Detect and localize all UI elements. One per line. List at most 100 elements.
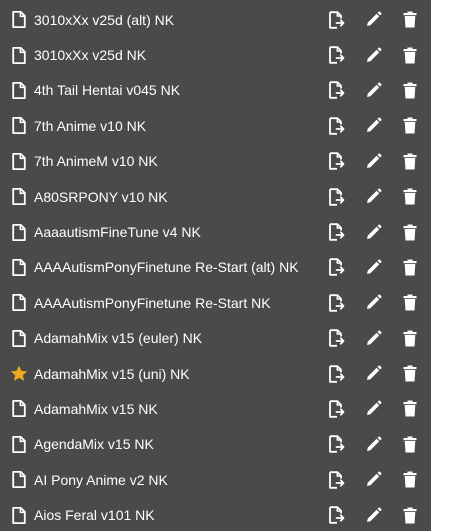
file-export-icon[interactable] <box>326 328 346 348</box>
row-actions <box>326 399 420 419</box>
file-export-icon[interactable] <box>326 434 346 454</box>
pencil-icon[interactable] <box>363 470 383 490</box>
model-name: 3010xXx v25d NK <box>34 47 147 64</box>
trash-icon[interactable] <box>400 10 420 30</box>
list-item[interactable]: AgendaMix v15 NK <box>0 427 431 462</box>
row-actions <box>326 222 420 242</box>
list-item[interactable]: 3010xXx v25d (alt) NK <box>0 2 431 37</box>
pencil-icon[interactable] <box>363 328 383 348</box>
file-export-icon[interactable] <box>326 257 346 277</box>
trash-icon[interactable] <box>400 45 420 65</box>
list-item[interactable]: 3010xXx v25d NK <box>0 37 431 72</box>
trash-icon[interactable] <box>400 434 420 454</box>
file-export-icon[interactable] <box>326 505 346 525</box>
file-export-icon[interactable] <box>326 80 346 100</box>
model-name: AdamahMix v15 (uni) NK <box>34 365 190 382</box>
pencil-icon[interactable] <box>363 257 383 277</box>
file-export-icon[interactable] <box>326 151 346 171</box>
file-icon <box>10 188 28 206</box>
pencil-icon[interactable] <box>363 505 383 525</box>
pencil-icon[interactable] <box>363 364 383 384</box>
file-icon <box>10 223 28 241</box>
list-item[interactable]: 7th AnimeM v10 NK <box>0 144 431 179</box>
row-actions <box>326 470 420 490</box>
pencil-icon[interactable] <box>363 80 383 100</box>
model-name: AI Pony Anime v2 NK <box>34 471 168 488</box>
trash-icon[interactable] <box>400 222 420 242</box>
model-name: 3010xXx v25d (alt) NK <box>34 11 175 28</box>
file-export-icon[interactable] <box>326 10 346 30</box>
model-name: 7th Anime v10 NK <box>34 117 147 134</box>
row-actions <box>326 45 420 65</box>
file-export-icon[interactable] <box>326 222 346 242</box>
trash-icon[interactable] <box>400 151 420 171</box>
row-actions <box>326 10 420 30</box>
list-item[interactable]: 4th Tail Hentai v045 NK <box>0 73 431 108</box>
trash-icon[interactable] <box>400 257 420 277</box>
list-item[interactable]: AAAAutismPonyFinetune Re-Start (alt) NK <box>0 250 431 285</box>
trash-icon[interactable] <box>400 399 420 419</box>
row-actions <box>326 187 420 207</box>
row-actions <box>326 116 420 136</box>
row-actions <box>326 257 420 277</box>
file-icon <box>10 506 28 524</box>
row-actions <box>326 328 420 348</box>
list-item[interactable]: AaaautismFineTune v4 NK <box>0 214 431 249</box>
pencil-icon[interactable] <box>363 293 383 313</box>
file-icon <box>10 258 28 276</box>
row-actions <box>326 364 420 384</box>
file-export-icon[interactable] <box>326 364 346 384</box>
file-icon <box>10 81 28 99</box>
model-list: 3010xXx v25d (alt) NK 3010xXx v25d NK 4t… <box>0 2 431 531</box>
star-icon <box>10 365 28 383</box>
list-item[interactable]: AI Pony Anime v2 NK <box>0 462 431 497</box>
file-export-icon[interactable] <box>326 293 346 313</box>
model-name: A80SRPONY v10 NK <box>34 188 168 205</box>
file-export-icon[interactable] <box>326 187 346 207</box>
file-export-icon[interactable] <box>326 399 346 419</box>
trash-icon[interactable] <box>400 364 420 384</box>
pencil-icon[interactable] <box>363 222 383 242</box>
row-actions <box>326 434 420 454</box>
list-item[interactable]: 7th Anime v10 NK <box>0 108 431 143</box>
file-icon <box>10 329 28 347</box>
file-icon <box>10 11 28 29</box>
trash-icon[interactable] <box>400 470 420 490</box>
list-item[interactable]: A80SRPONY v10 NK <box>0 179 431 214</box>
file-export-icon[interactable] <box>326 45 346 65</box>
pencil-icon[interactable] <box>363 45 383 65</box>
model-list-panel: 3010xXx v25d (alt) NK 3010xXx v25d NK 4t… <box>0 0 431 531</box>
model-name: 7th AnimeM v10 NK <box>34 153 158 170</box>
model-name: AAAAutismPonyFinetune Re-Start (alt) NK <box>34 259 299 276</box>
pencil-icon[interactable] <box>363 399 383 419</box>
trash-icon[interactable] <box>400 187 420 207</box>
file-icon <box>10 294 28 312</box>
trash-icon[interactable] <box>400 505 420 525</box>
file-export-icon[interactable] <box>326 470 346 490</box>
pencil-icon[interactable] <box>363 434 383 454</box>
row-actions <box>326 151 420 171</box>
list-item[interactable]: AAAAutismPonyFinetune Re-Start NK <box>0 285 431 320</box>
list-item[interactable]: AdamahMix v15 NK <box>0 391 431 426</box>
file-icon <box>10 117 28 135</box>
file-icon <box>10 471 28 489</box>
trash-icon[interactable] <box>400 293 420 313</box>
list-item[interactable]: AdamahMix v15 (uni) NK <box>0 356 431 391</box>
pencil-icon[interactable] <box>363 10 383 30</box>
file-export-icon[interactable] <box>326 116 346 136</box>
trash-icon[interactable] <box>400 80 420 100</box>
pencil-icon[interactable] <box>363 116 383 136</box>
pencil-icon[interactable] <box>363 151 383 171</box>
list-item[interactable]: Aios Feral v101 NK <box>0 497 431 531</box>
pencil-icon[interactable] <box>363 187 383 207</box>
model-name: AdamahMix v15 (euler) NK <box>34 330 203 347</box>
list-item[interactable]: AdamahMix v15 (euler) NK <box>0 321 431 356</box>
trash-icon[interactable] <box>400 328 420 348</box>
model-name: 4th Tail Hentai v045 NK <box>34 82 181 99</box>
row-actions <box>326 80 420 100</box>
trash-icon[interactable] <box>400 116 420 136</box>
scrollbar-track[interactable] <box>431 0 450 531</box>
model-name: AgendaMix v15 NK <box>34 436 154 453</box>
model-name: AdamahMix v15 NK <box>34 400 158 417</box>
file-icon <box>10 400 28 418</box>
